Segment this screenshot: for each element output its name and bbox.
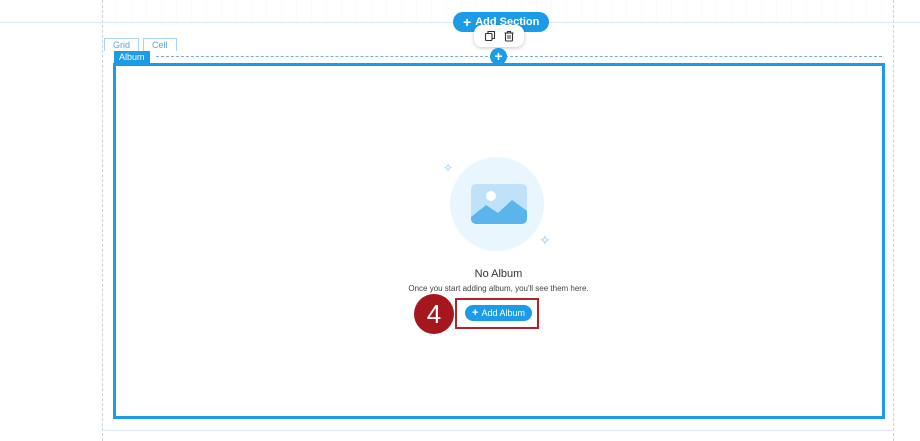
sparkle-icon: ✧: [443, 161, 454, 175]
tab-cell[interactable]: Cell: [143, 38, 177, 51]
empty-state-illustration: ✧ ✧: [440, 157, 560, 257]
plus-icon: +: [463, 14, 472, 30]
tab-grid[interactable]: Grid: [104, 38, 140, 51]
trash-icon[interactable]: [503, 30, 515, 42]
layout-tabs: Grid Cell: [104, 38, 177, 51]
empty-state-title: No Album: [474, 268, 523, 280]
sparkle-icon: ✧: [539, 232, 551, 248]
element-toolbar: [474, 25, 524, 47]
duplicate-icon[interactable]: [484, 30, 496, 42]
element-outline-top: [156, 56, 882, 57]
image-placeholder-icon: [471, 184, 527, 224]
add-album-button[interactable]: + Add Album: [465, 305, 532, 321]
album-element-tag[interactable]: Album: [114, 51, 150, 63]
left-guide-line: [102, 0, 103, 441]
right-guide-line: [893, 0, 894, 441]
empty-state-subtitle: Once you start adding album, you'll see …: [408, 284, 589, 293]
add-album-label: Add Album: [481, 308, 525, 318]
section-bottom-border: [102, 430, 894, 431]
step-number-badge: 4: [414, 294, 454, 334]
plus-icon: +: [472, 306, 479, 319]
